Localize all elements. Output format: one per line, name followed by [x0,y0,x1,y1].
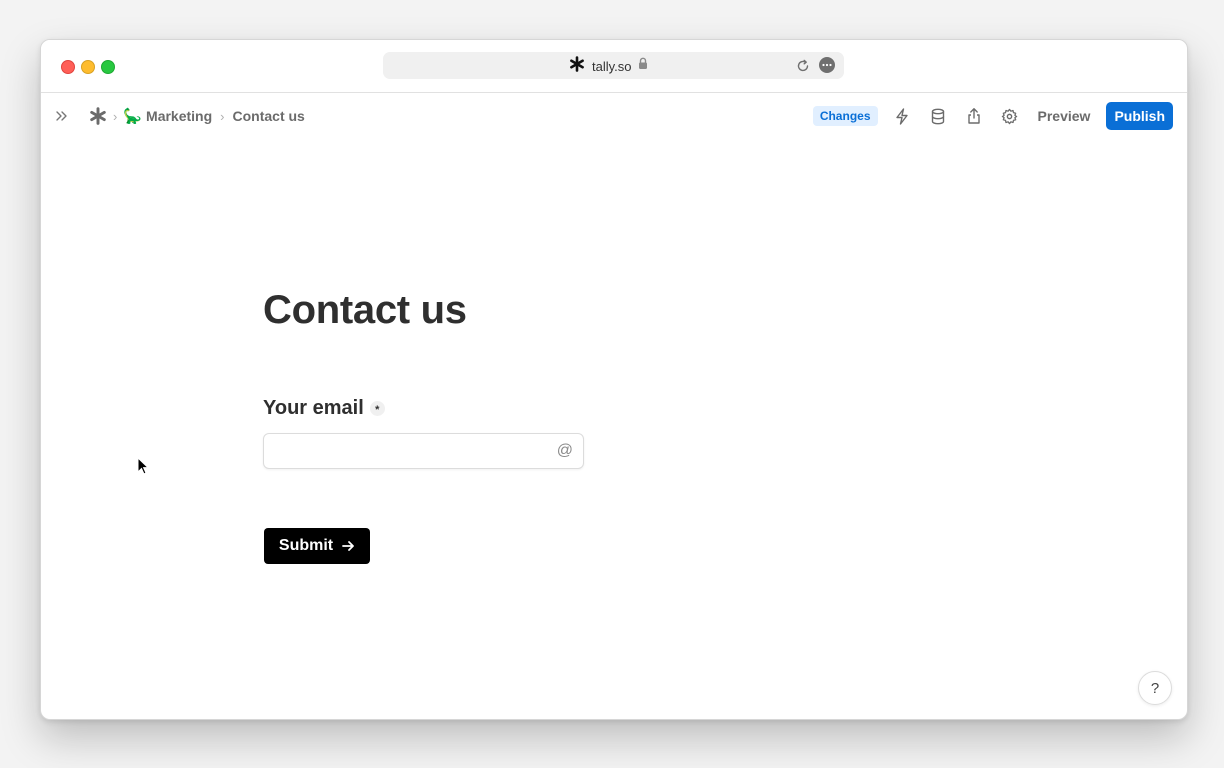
changes-badge[interactable]: Changes [812,106,878,126]
required-indicator: * [369,401,385,416]
at-sign-icon: @ [556,442,573,459]
maximize-window-button[interactable] [101,60,115,74]
more-options-icon[interactable] [819,57,835,73]
email-field[interactable]: @ [263,433,584,469]
browser-window: tally.so › 🦕 Marketing › Contact us Chan… [40,39,1188,720]
chevron-right-icon: › [220,108,225,124]
tally-logo-icon[interactable] [89,107,107,125]
lightning-icon[interactable] [892,106,912,126]
reload-icon[interactable] [795,58,811,74]
preview-button[interactable]: Preview [1038,108,1091,124]
submit-button[interactable]: Submit [264,528,370,564]
lock-icon [638,57,648,75]
breadcrumb-workspace[interactable]: Marketing [146,108,212,124]
page-title[interactable]: Contact us [263,288,467,333]
arrow-right-icon [341,539,355,553]
expand-sidebar-icon[interactable] [55,110,71,122]
site-favicon-icon [569,55,585,77]
toolbar-actions: Changes Preview Publish [812,93,1173,139]
help-button[interactable]: ? [1138,671,1172,705]
title-bar: tally.so [41,40,1187,93]
url-text: tally.so [592,58,632,74]
gear-icon[interactable] [1000,106,1020,126]
minimize-window-button[interactable] [81,60,95,74]
question-label[interactable]: Your email [263,397,364,420]
email-input[interactable] [264,434,564,468]
publish-button[interactable]: Publish [1106,102,1173,130]
workspace-emoji: 🦕 [123,108,143,125]
close-window-button[interactable] [61,60,75,74]
breadcrumb: › 🦕 Marketing › Contact us [55,93,305,139]
submit-label: Submit [278,537,334,554]
database-icon[interactable] [928,106,948,126]
question-block: Your email * [263,397,385,420]
address-bar[interactable]: tally.so [383,52,844,79]
breadcrumb-page[interactable]: Contact us [233,108,305,124]
chevron-right-icon: › [113,108,118,124]
mouse-cursor-icon [137,456,150,480]
share-icon[interactable] [964,106,984,126]
editor-toolbar: › 🦕 Marketing › Contact us Changes Previ… [41,93,1187,139]
